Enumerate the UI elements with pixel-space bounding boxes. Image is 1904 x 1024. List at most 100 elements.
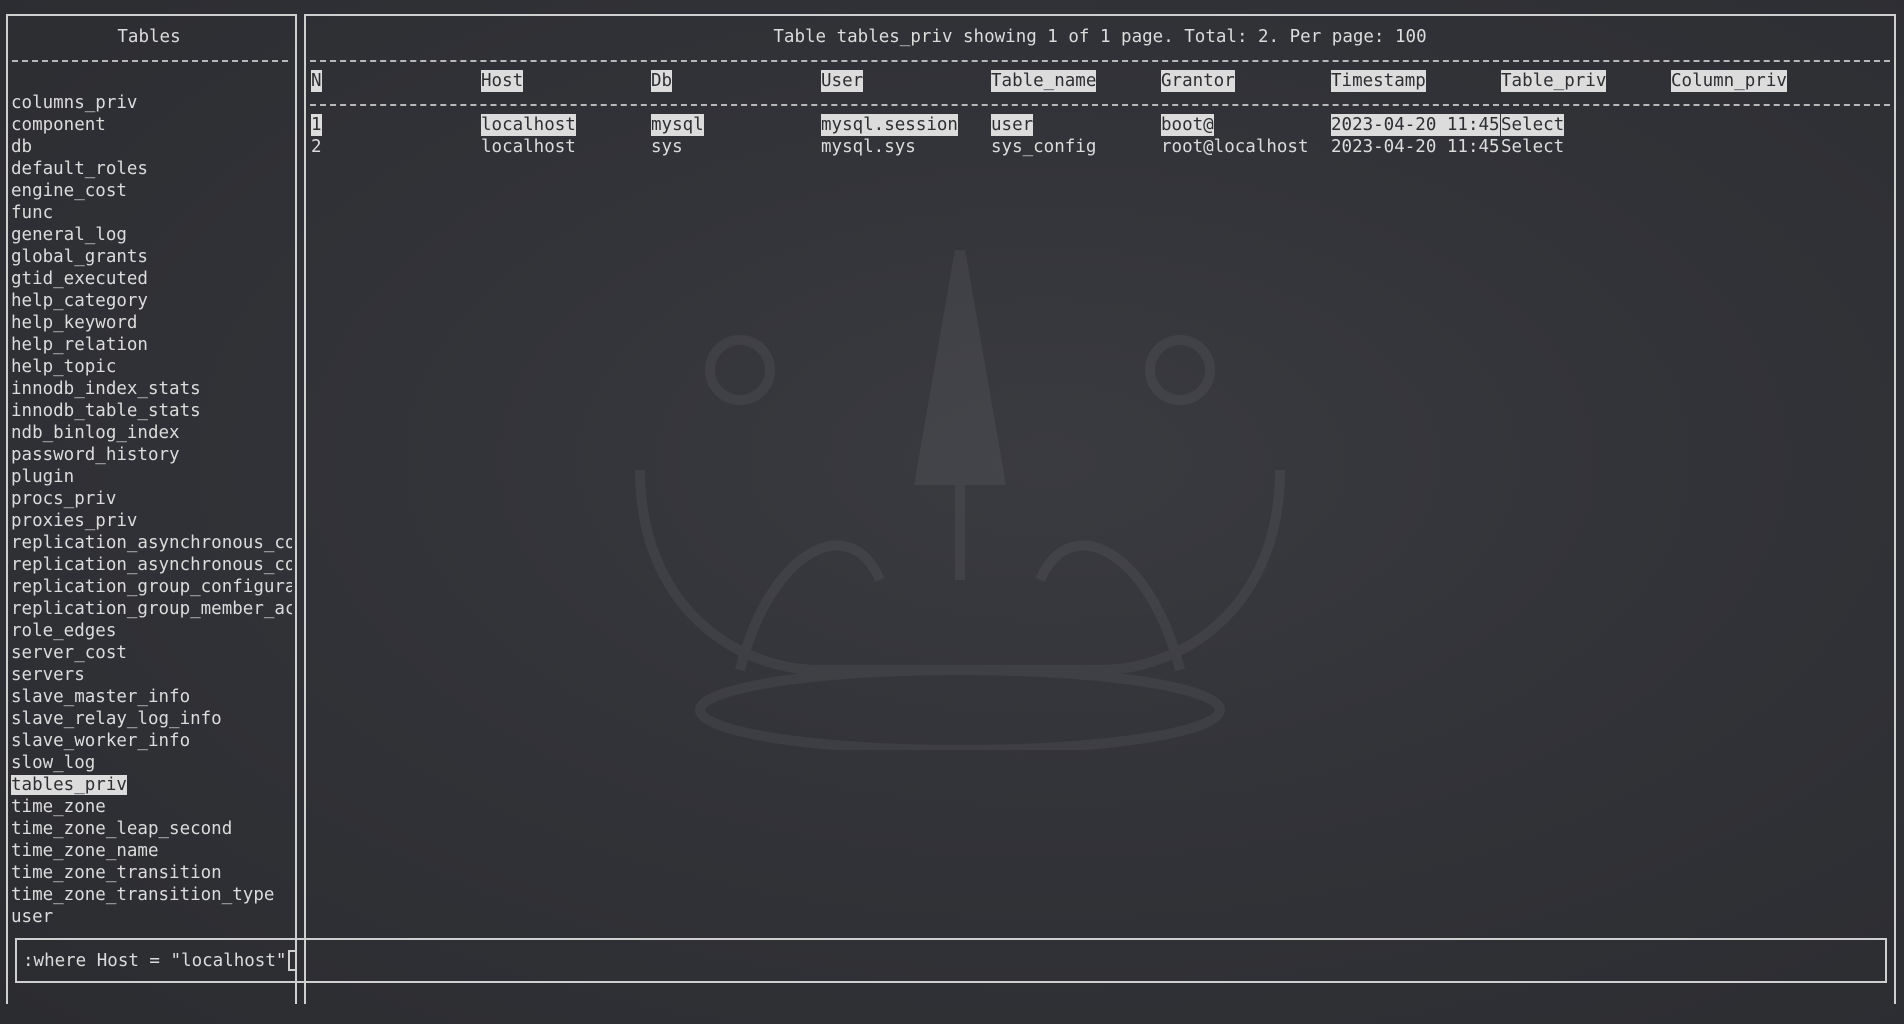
table-list-item[interactable]: role_edges <box>11 620 292 642</box>
table-list-item[interactable]: innodb_table_stats <box>11 400 292 422</box>
table-list-item-label: innodb_table_stats <box>11 401 201 421</box>
table-list-item[interactable]: innodb_index_stats <box>11 378 292 400</box>
table-list-item-label: plugin <box>11 467 75 487</box>
table-list-item-label: help_relation <box>11 335 148 355</box>
table-cell: 2023-04-20 11:45 <box>1331 114 1500 136</box>
table-list-item-label: engine_cost <box>11 181 127 201</box>
table-list-item[interactable]: engine_cost <box>11 180 292 202</box>
table-cell: localhost <box>481 137 576 157</box>
table-list-item-label: columns_priv <box>11 93 138 113</box>
table-cell: Select <box>1501 114 1565 136</box>
table-list-item[interactable]: password_history <box>11 444 292 466</box>
column-header[interactable]: User <box>821 70 864 92</box>
table-list-item[interactable]: time_zone_leap_second <box>11 818 292 840</box>
table-list-item[interactable]: help_relation <box>11 334 292 356</box>
table-list-item[interactable]: replication_group_member_act <box>11 598 292 620</box>
table-list-item-label: slave_master_info <box>11 687 191 707</box>
results-header: Table tables_priv showing 1 of 1 page. T… <box>773 27 1427 47</box>
table-list-item-label: func <box>11 203 54 223</box>
table-cell: mysql <box>651 114 704 136</box>
table-list-item[interactable]: default_roles <box>11 158 292 180</box>
table-list-item[interactable]: slave_worker_info <box>11 730 292 752</box>
table-cell: mysql.sys <box>821 137 916 157</box>
table-list-item-label: general_log <box>11 225 127 245</box>
table-cell: Select <box>1501 137 1565 157</box>
table-cell: mysql.session <box>821 114 958 136</box>
table-list-item[interactable]: db <box>11 136 292 158</box>
table-list-item[interactable]: time_zone_transition <box>11 862 292 884</box>
table-cell: sys <box>651 137 683 157</box>
table-list-item-label: time_zone <box>11 797 106 817</box>
table-cell: localhost <box>481 114 576 136</box>
table-list-item-label: help_category <box>11 291 148 311</box>
table-list-item[interactable]: procs_priv <box>11 488 292 510</box>
table-list[interactable]: columns_priv component db default_roles engi… <box>11 92 292 928</box>
header-divider <box>310 60 1890 62</box>
table-list-item[interactable]: servers <box>11 664 292 686</box>
table-list-item[interactable]: replication_group_configurat <box>11 576 292 598</box>
table-list-item-label: help_keyword <box>11 313 138 333</box>
table-list-item-label: innodb_index_stats <box>11 379 201 399</box>
column-header[interactable]: Db <box>651 70 673 92</box>
table-list-item-label: servers <box>11 665 85 685</box>
table-list-item[interactable]: replication_asynchronous_con <box>11 532 292 554</box>
table-list-item[interactable]: proxies_priv <box>11 510 292 532</box>
table-list-item-label: slave_relay_log_info <box>11 709 222 729</box>
table-list-item-label: default_roles <box>11 159 148 179</box>
table-list-item[interactable]: help_category <box>11 290 292 312</box>
command-input[interactable]: :where Host = "localhost" <box>23 950 298 972</box>
table-list-item[interactable]: ndb_binlog_index <box>11 422 292 444</box>
table-list-item[interactable]: slave_master_info <box>11 686 292 708</box>
table-list-item-label: ndb_binlog_index <box>11 423 180 443</box>
table-list-item-label: gtid_executed <box>11 269 148 289</box>
table-cell: 2 <box>311 137 322 157</box>
table-list-item[interactable]: func <box>11 202 292 224</box>
table-list-item[interactable]: component <box>11 114 292 136</box>
sidebar-divider <box>12 60 288 62</box>
column-header[interactable]: N <box>311 70 322 92</box>
table-list-item[interactable]: time_zone_name <box>11 840 292 862</box>
table-list-item-label: time_zone_name <box>11 841 159 861</box>
table-list-item-label: component <box>11 115 106 135</box>
table-cell: sys_config <box>991 137 1097 157</box>
column-divider <box>310 104 1890 106</box>
table-list-item[interactable]: help_keyword <box>11 312 292 334</box>
column-header[interactable]: Host <box>481 70 524 92</box>
table-list-item[interactable]: time_zone_transition_type <box>11 884 292 906</box>
column-header[interactable]: Column_priv <box>1671 70 1787 92</box>
table-list-item[interactable]: general_log <box>11 224 292 246</box>
table-list-item[interactable]: user <box>11 906 292 928</box>
table-list-item-label: help_topic <box>11 357 117 377</box>
table-list-item[interactable]: global_grants <box>11 246 292 268</box>
table-cell: 1 <box>311 114 322 136</box>
table-list-item[interactable]: slow_log <box>11 752 292 774</box>
command-box[interactable]: :where Host = "localhost" <box>15 938 1887 983</box>
table-cell: user <box>991 114 1034 136</box>
column-header[interactable]: Timestamp <box>1331 70 1426 92</box>
table-list-item-label: slow_log <box>11 753 96 773</box>
table-list-item[interactable]: time_zone <box>11 796 292 818</box>
table-list-item[interactable]: gtid_executed <box>11 268 292 290</box>
results-panel <box>304 14 1896 1004</box>
column-header[interactable]: Table_priv <box>1501 70 1607 92</box>
table-list-item-label: time_zone_transition <box>11 863 222 883</box>
table-list-item[interactable]: columns_priv <box>11 92 292 114</box>
table-list-item[interactable]: plugin <box>11 466 292 488</box>
table-list-item-label: proxies_priv <box>11 511 138 531</box>
table-list-item-label: password_history <box>11 445 180 465</box>
table-cell: boot@ <box>1161 114 1214 136</box>
table-list-item-label: procs_priv <box>11 489 117 509</box>
table-list-item-label: role_edges <box>11 621 117 641</box>
table-list-item[interactable]: tables_priv <box>11 774 292 796</box>
table-list-item-label: server_cost <box>11 643 127 663</box>
column-header[interactable]: Table_name <box>991 70 1097 92</box>
column-header[interactable]: Grantor <box>1161 70 1235 92</box>
table-list-item[interactable]: server_cost <box>11 642 292 664</box>
table-list-item[interactable]: help_topic <box>11 356 292 378</box>
table-cell: 2023-04-20 11:45 <box>1331 137 1500 157</box>
table-list-item[interactable]: slave_relay_log_info <box>11 708 292 730</box>
table-list-item[interactable]: replication_asynchronous_con <box>11 554 292 576</box>
table-list-item-label: time_zone_leap_second <box>11 819 233 839</box>
command-text: :where Host = "localhost" <box>23 951 287 971</box>
text-cursor <box>288 950 298 971</box>
